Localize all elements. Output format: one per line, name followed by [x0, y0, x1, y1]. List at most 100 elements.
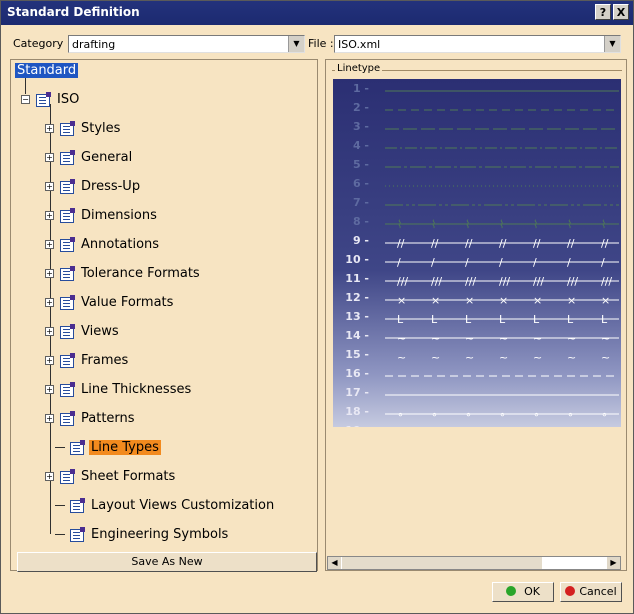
- tree-node-item[interactable]: + Dress-Up: [45, 176, 142, 196]
- linetype-number: 7 -: [352, 196, 369, 209]
- linetype-row[interactable]: 18 - ∘ ∘ ∘ ∘ ∘ ∘ ∘: [333, 405, 621, 424]
- expand-icon[interactable]: +: [45, 297, 54, 307]
- svg-text:/: /: [431, 256, 435, 269]
- expand-icon[interactable]: +: [45, 123, 54, 133]
- save-as-new-button[interactable]: Save As New: [17, 552, 317, 572]
- linetype-number: 16 -: [345, 367, 369, 380]
- scroll-left-icon[interactable]: ◀: [328, 557, 341, 569]
- svg-text:~: ~: [601, 332, 610, 345]
- svg-text:/: /: [465, 256, 469, 269]
- svg-text:L: L: [567, 313, 574, 326]
- tree-node-item[interactable]: + Sheet Formats: [45, 466, 177, 486]
- linetype-row[interactable]: 2 -: [333, 101, 621, 120]
- category-value: drafting: [72, 38, 116, 51]
- linetype-row[interactable]: 8 - ⌇ ⌇ ⌇ ⌇ ⌇ ⌇ ⌇: [333, 215, 621, 234]
- expand-icon[interactable]: +: [45, 355, 54, 365]
- file-select[interactable]: ISO.xml ▼: [334, 35, 621, 53]
- linetype-row[interactable]: 7 -: [333, 196, 621, 215]
- expand-icon[interactable]: +: [45, 326, 54, 336]
- linetype-row[interactable]: 16 -: [333, 367, 621, 386]
- cancel-icon: [565, 586, 576, 596]
- expand-icon[interactable]: +: [45, 181, 54, 191]
- linetype-number: 15 -: [345, 348, 369, 361]
- horizontal-scrollbar[interactable]: ◀ ▶: [327, 556, 621, 570]
- svg-text:×: ×: [499, 294, 508, 307]
- standard-file-icon: [35, 92, 51, 107]
- scroll-right-icon[interactable]: ▶: [607, 557, 620, 569]
- tree-node-item[interactable]: + Frames: [45, 350, 130, 370]
- svg-text:/: /: [499, 256, 503, 269]
- linetype-row[interactable]: 6 -: [333, 177, 621, 196]
- tree-node-item[interactable]: + Patterns: [45, 408, 137, 428]
- chevron-down-icon[interactable]: ▼: [288, 36, 304, 52]
- category-select[interactable]: drafting ▼: [68, 35, 305, 53]
- standard-file-icon: [59, 121, 75, 136]
- standard-file-icon: [69, 527, 85, 542]
- linetype-row[interactable]: 3 -: [333, 120, 621, 139]
- expand-icon[interactable]: +: [45, 413, 54, 423]
- expand-icon[interactable]: +: [45, 152, 54, 162]
- linetype-row[interactable]: 17 -: [333, 386, 621, 405]
- linetype-number: 19 -: [333, 424, 369, 427]
- tree-node-item[interactable]: + Views: [45, 321, 121, 341]
- tree-node-item[interactable]: Layout Views Customization: [55, 495, 276, 515]
- tree-node-item[interactable]: + Styles: [45, 118, 122, 138]
- linetype-row[interactable]: 19 -: [333, 424, 621, 427]
- svg-text://: //: [567, 237, 575, 250]
- linetype-row[interactable]: 5 -: [333, 158, 621, 177]
- svg-text:///: ///: [431, 275, 442, 288]
- svg-text:∘: ∘: [431, 408, 438, 421]
- expand-icon[interactable]: +: [45, 239, 54, 249]
- tree-node-item[interactable]: + Line Thicknesses: [45, 379, 193, 399]
- tree-node-label: Layout Views Customization: [91, 497, 275, 513]
- linetype-row[interactable]: 14 - ~ ~ ~ ~ ~ ~ ~: [333, 329, 621, 348]
- svg-text:///: ///: [601, 275, 612, 288]
- svg-text:L: L: [499, 313, 506, 326]
- expand-icon[interactable]: +: [45, 268, 54, 278]
- tree-node-item[interactable]: + Dimensions: [45, 205, 159, 225]
- linetype-row[interactable]: 12 - × × × × × × ×: [333, 291, 621, 310]
- linetype-row[interactable]: 11 - /// /// /// /// /// /// ///: [333, 272, 621, 291]
- tree-node-label: Dress-Up: [81, 178, 141, 194]
- linetype-sample: × × × × × × ×: [385, 294, 619, 307]
- help-button[interactable]: ?: [595, 4, 611, 20]
- linetype-number: 1 -: [352, 82, 369, 95]
- tree-node-item[interactable]: + Value Formats: [45, 292, 175, 312]
- linetype-number: 3 -: [352, 120, 369, 133]
- linetype-row[interactable]: 13 - L L L L L L L: [333, 310, 621, 329]
- expand-icon[interactable]: +: [45, 471, 54, 481]
- linetype-row[interactable]: 15 - ~ ~ ~ ~ ~ ~ ~: [333, 348, 621, 367]
- collapse-icon[interactable]: −: [21, 94, 30, 104]
- linetype-number: 11 -: [345, 272, 369, 285]
- linetype-row[interactable]: 10 - / / / / / / /: [333, 253, 621, 272]
- tree-node-iso[interactable]: − ISO: [21, 89, 81, 109]
- tree-node-item[interactable]: + Tolerance Formats: [45, 263, 202, 283]
- expand-icon[interactable]: +: [45, 384, 54, 394]
- tree-node-item[interactable]: + Annotations: [45, 234, 161, 254]
- linetype-row[interactable]: 9 - // // // // // // //: [333, 234, 621, 253]
- svg-text:~: ~: [567, 351, 576, 364]
- scrollbar-thumb[interactable]: [342, 557, 542, 569]
- tree-node-label: ISO: [57, 91, 80, 107]
- ok-button[interactable]: OK: [492, 582, 554, 602]
- tree-node-label: Sheet Formats: [81, 468, 176, 484]
- svg-text:/: /: [397, 256, 401, 269]
- chevron-down-icon[interactable]: ▼: [604, 36, 620, 52]
- tree-node-label: Tolerance Formats: [81, 265, 200, 281]
- svg-text:/: /: [567, 256, 571, 269]
- standard-file-icon: [59, 353, 75, 368]
- expand-icon[interactable]: +: [45, 210, 54, 220]
- linetype-row[interactable]: 1 -: [333, 82, 621, 101]
- tree-node-label: Views: [81, 323, 119, 339]
- ok-icon: [506, 586, 517, 596]
- tree-node-item[interactable]: Engineering Symbols: [55, 524, 230, 544]
- cancel-button[interactable]: Cancel: [560, 582, 622, 602]
- tree-node-standard[interactable]: Standard: [15, 60, 79, 80]
- cancel-label: Cancel: [579, 585, 617, 598]
- tree-connector: [55, 533, 65, 535]
- linetype-row[interactable]: 4 -: [333, 139, 621, 158]
- standard-file-icon: [69, 498, 85, 513]
- tree-node-item[interactable]: + General: [45, 147, 134, 167]
- tree-node-item[interactable]: Line Types: [55, 437, 161, 457]
- close-button[interactable]: X: [613, 4, 629, 20]
